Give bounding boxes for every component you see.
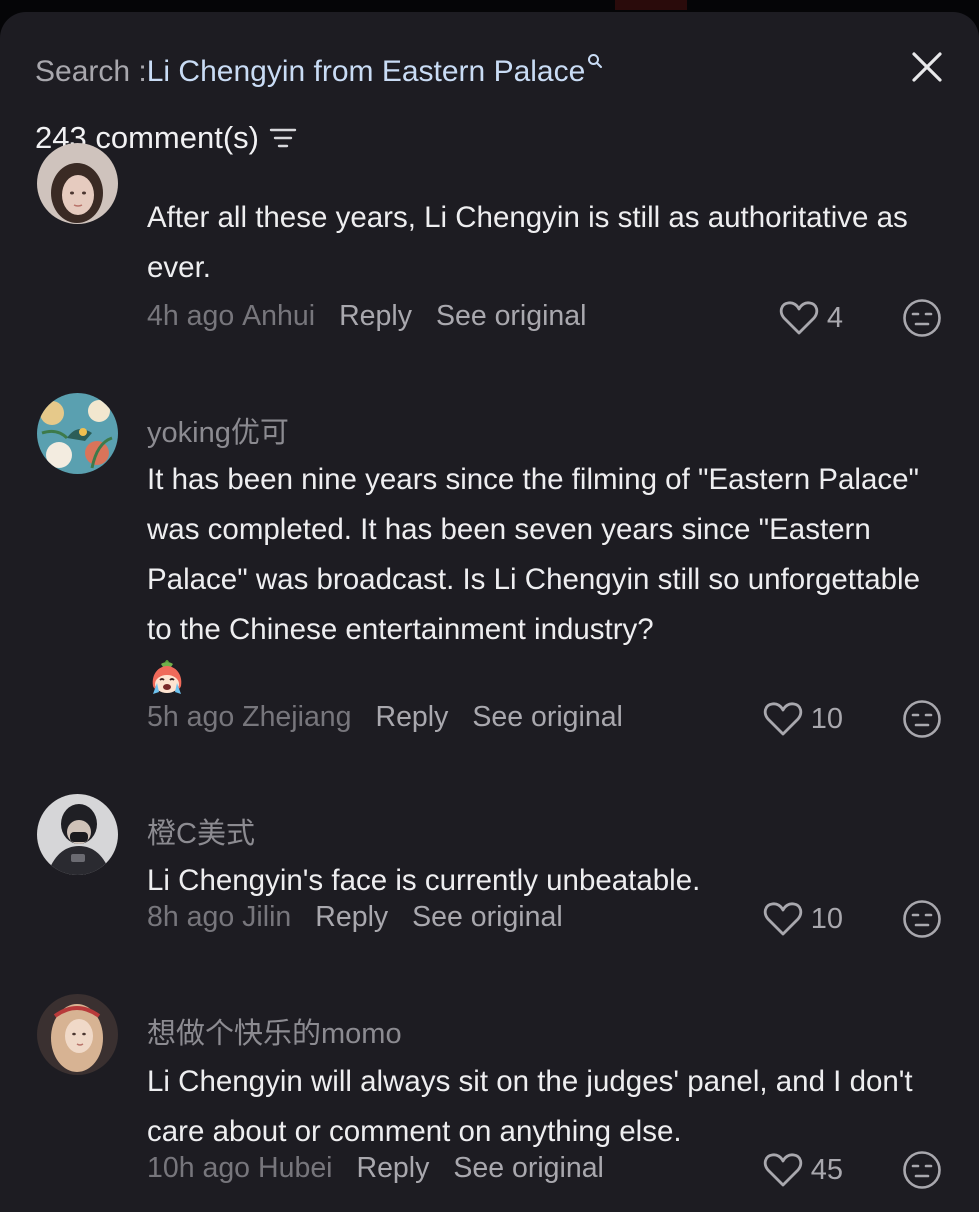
- search-prefix: Search :: [35, 55, 147, 88]
- search-icon[interactable]: [587, 53, 603, 69]
- comment-meta: 5h ago Zhejiang Reply See original: [147, 697, 623, 737]
- avatar[interactable]: [37, 994, 118, 1075]
- heart-icon: [763, 702, 802, 736]
- search-header[interactable]: Search : Li Chengyin from Eastern Palace: [35, 52, 603, 92]
- neutral-face-icon[interactable]: [902, 298, 942, 338]
- comment-username[interactable]: 想做个快乐的momo: [147, 1010, 402, 1052]
- comment-text: Li Chengyin will always sit on the judge…: [147, 1065, 913, 1148]
- sort-icon[interactable]: [269, 127, 297, 149]
- like-button[interactable]: 45: [763, 1150, 843, 1190]
- comment-text: It has been nine years since the filming…: [147, 463, 920, 646]
- neutral-face-icon[interactable]: [902, 1150, 942, 1190]
- reply-button[interactable]: Reply: [339, 300, 412, 333]
- comment-time: 4h ago: [147, 299, 235, 332]
- comments-sheet: Search : Li Chengyin from Eastern Palace…: [0, 12, 979, 1212]
- comment-time: 10h ago: [147, 1151, 251, 1184]
- comment-time: 8h ago: [147, 900, 235, 933]
- background-video-sliver: [615, 0, 687, 10]
- reply-button[interactable]: Reply: [357, 1152, 430, 1185]
- neutral-face-icon[interactable]: [902, 699, 942, 739]
- comment-location: Jilin: [242, 900, 292, 933]
- search-query-link[interactable]: Li Chengyin from Eastern Palace: [147, 55, 586, 89]
- like-count: 10: [810, 902, 843, 935]
- comment-meta: 4h ago Anhui Reply See original: [147, 296, 586, 336]
- avatar[interactable]: [37, 794, 118, 875]
- heart-icon: [779, 301, 819, 335]
- like-count: 4: [826, 301, 843, 334]
- see-original-button[interactable]: See original: [453, 1152, 604, 1185]
- comment-username[interactable]: yoking优可: [147, 409, 289, 451]
- see-original-button[interactable]: See original: [472, 701, 623, 734]
- close-icon[interactable]: [906, 46, 948, 88]
- see-original-button[interactable]: See original: [412, 901, 563, 934]
- like-button[interactable]: 10: [763, 699, 843, 739]
- heart-icon: [763, 902, 802, 936]
- comment-location: Hubei: [258, 1151, 333, 1184]
- comment-location: Anhui: [242, 299, 316, 332]
- like-count: 10: [810, 702, 843, 735]
- heart-icon: [763, 1153, 802, 1187]
- comment-text: After all these years, Li Chengyin is st…: [147, 201, 908, 284]
- comment-location: Zhejiang: [242, 700, 352, 733]
- neutral-face-icon[interactable]: [902, 899, 942, 939]
- crying-face-emoji: [152, 660, 182, 694]
- like-count: 45: [810, 1153, 843, 1186]
- like-button[interactable]: 4: [779, 298, 843, 338]
- comment-username[interactable]: 橙C美式: [147, 810, 255, 852]
- see-original-button[interactable]: See original: [436, 300, 587, 333]
- like-button[interactable]: 10: [763, 899, 843, 939]
- comment-meta: 8h ago Jilin Reply See original: [147, 897, 563, 937]
- comment-time: 5h ago: [147, 700, 235, 733]
- reply-button[interactable]: Reply: [315, 901, 388, 934]
- avatar[interactable]: [37, 143, 118, 224]
- comment-meta: 10h ago Hubei Reply See original: [147, 1148, 604, 1188]
- avatar[interactable]: [37, 393, 118, 474]
- reply-button[interactable]: Reply: [376, 701, 449, 734]
